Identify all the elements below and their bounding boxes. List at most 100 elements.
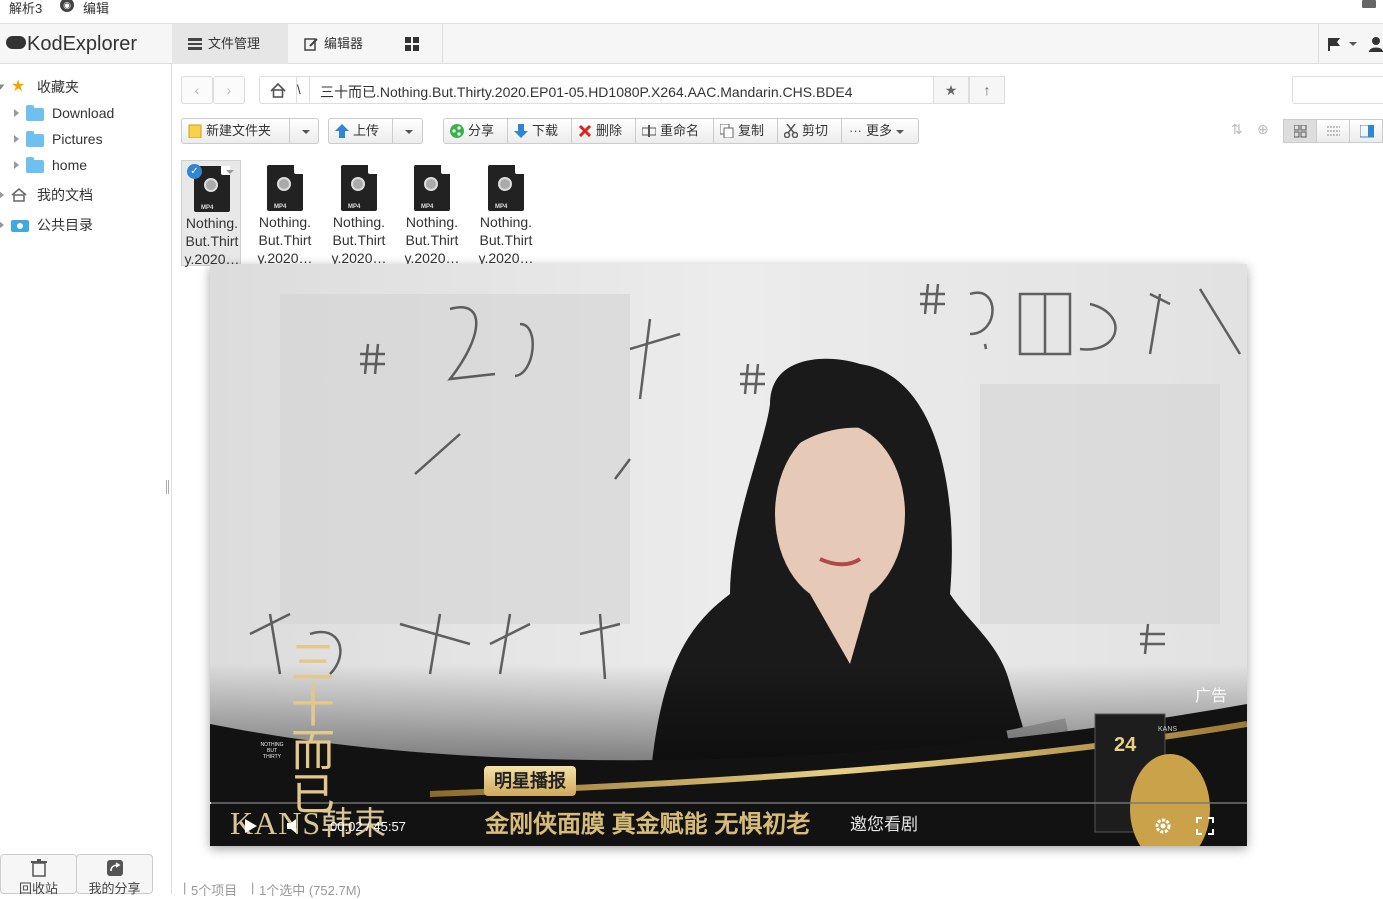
edit-icon [304, 38, 318, 51]
share-button[interactable]: 分享 [444, 119, 508, 143]
file-item[interactable]: MP4 Nothing. But.Thirt y.2020… [255, 160, 315, 266]
copy-button[interactable]: 复制 [714, 119, 778, 143]
chevron-down-icon [405, 129, 413, 134]
file-item[interactable]: ✓ MP4 Nothing. But.Thirt y.2020… [181, 160, 241, 267]
checkbox-checked-icon[interactable]: ✓ [187, 164, 202, 179]
share-icon [106, 860, 123, 876]
file-item[interactable]: MP4 Nothing. But.Thirt y.2020… [476, 160, 536, 266]
split-view-icon [1359, 124, 1375, 138]
header-right-menu[interactable] [1318, 24, 1383, 64]
logo-text: KodExplorer [27, 33, 138, 55]
delete-icon [578, 124, 592, 138]
tab-apps[interactable] [392, 24, 443, 64]
file-name-line: But.Thirt [332, 232, 386, 248]
public-folder-icon [11, 220, 29, 232]
breadcrumb-current[interactable]: 三十而已.Nothing.But.Thirty.2020.EP01-05.HD1… [320, 82, 853, 102]
sidebar-item-favorites[interactable]: ★ 收藏夹 [0, 74, 172, 100]
chevron-down-icon[interactable] [226, 170, 234, 174]
video-player[interactable]: 三十而已 NOTHING BUT THIRTY 广告 24 KANS KANS韩… [210, 264, 1247, 846]
favorite-button[interactable]: ★ [933, 76, 969, 104]
new-folder-dropdown[interactable] [294, 119, 318, 143]
chevron-right-icon [0, 191, 4, 199]
arrow-up-icon: ↑ [983, 82, 991, 98]
app-header: KodExplorer 文件管理 编辑器 [0, 24, 1383, 64]
share-icon [450, 124, 464, 138]
show-logo-subtitle: NOTHING BUT THIRTY [260, 742, 284, 760]
parent-folder-button[interactable]: ↑ [969, 76, 1005, 104]
more-label: 更多 [866, 123, 893, 138]
fullscreen-icon[interactable] [1196, 817, 1214, 835]
search-input[interactable] [1292, 76, 1383, 104]
sidebar-item-label: home [52, 157, 88, 173]
download-button[interactable]: 下载 [508, 119, 572, 143]
rename-button[interactable]: 重命名 [636, 119, 714, 143]
sidebar-item-public[interactable]: 公共目录 [0, 212, 172, 238]
tab-file-manager-label: 文件管理 [208, 36, 261, 51]
sidebar-item-download[interactable]: Download [0, 100, 172, 126]
ellipsis-icon: ··· [849, 123, 862, 138]
mp4-file-icon: MP4 [488, 165, 524, 211]
sidebar-item-label: Download [52, 105, 115, 121]
chevron-down-icon [895, 129, 904, 134]
new-folder-label: 新建文件夹 [206, 123, 272, 138]
list-icon [1327, 126, 1340, 136]
star-icon: ★ [944, 82, 958, 98]
recycle-bin-button[interactable]: 回收站 [0, 854, 77, 896]
volume-icon[interactable] [286, 818, 304, 834]
sidebar-item-pictures[interactable]: Pictures [0, 126, 172, 152]
recycle-bin-label: 回收站 [18, 881, 58, 896]
upload-dropdown[interactable] [397, 119, 421, 143]
time-display: 00:02 / 45:57 [330, 819, 406, 834]
top-item-2[interactable]: 编辑 [83, 0, 109, 17]
ad-cta[interactable]: 邀您看剧 [850, 810, 918, 835]
resize-handle[interactable] [166, 480, 169, 494]
settings-gear-icon[interactable] [1154, 817, 1172, 835]
sidebar-item-label: Pictures [52, 131, 103, 147]
new-folder-button[interactable]: 新建文件夹 [182, 119, 290, 143]
trash-icon [30, 859, 47, 877]
sidebar-item-my-docs[interactable]: 我的文档 [0, 182, 172, 208]
address-bar[interactable]: \ 三十而已.Nothing.But.Thirty.2020.EP01-05.H… [259, 76, 934, 104]
video-frame [210, 264, 1247, 846]
breadcrumb-partial[interactable]: \ [297, 82, 301, 97]
more-button[interactable]: ··· 更多 [842, 119, 918, 143]
tab-editor[interactable]: 编辑器 [288, 24, 388, 64]
home-icon [11, 188, 27, 202]
chevron-right-icon [14, 109, 19, 117]
mp4-file-icon: MP4 [341, 165, 377, 211]
delete-button[interactable]: 删除 [572, 119, 636, 143]
play-icon[interactable] [244, 818, 258, 834]
top-strip: 解析3 ◉ 编辑 [0, 0, 1383, 24]
forward-button[interactable]: › [213, 76, 245, 104]
app-logo[interactable]: KodExplorer [6, 33, 137, 56]
user-icon [1369, 37, 1383, 52]
view-icon-button[interactable] [1283, 119, 1317, 143]
chevron-right-icon [14, 161, 19, 169]
file-name-line: But.Thirt [479, 232, 533, 248]
chevron-right-icon [14, 135, 19, 143]
cut-button[interactable]: 剪切 [778, 119, 842, 143]
my-share-button[interactable]: 我的分享 [76, 854, 153, 896]
tab-file-manager[interactable]: 文件管理 [172, 24, 288, 64]
file-name-line: Nothing. [405, 214, 459, 230]
sort-icon[interactable]: ⇅ [1231, 121, 1243, 138]
file-item[interactable]: MP4 Nothing. But.Thirt y.2020… [402, 160, 462, 266]
share-label: 分享 [468, 123, 495, 138]
upload-icon [335, 124, 349, 138]
download-icon [514, 124, 528, 138]
back-button[interactable]: ‹ [181, 76, 213, 104]
sidebar-favorites-label: 收藏夹 [37, 79, 79, 95]
view-list-button[interactable] [1316, 119, 1350, 143]
sidebar-item-home[interactable]: home [0, 152, 172, 178]
top-item-1[interactable]: 解析3 [9, 0, 42, 17]
new-folder-group: 新建文件夹 [181, 118, 319, 144]
file-name-line: Nothing. [185, 215, 239, 231]
file-item[interactable]: MP4 Nothing. But.Thirt y.2020… [329, 160, 389, 266]
upload-button[interactable]: 上传 [329, 119, 393, 143]
folder-icon [26, 105, 44, 121]
scissors-icon [784, 124, 798, 138]
file-name-line: But.Thirt [258, 232, 312, 248]
zoom-icon[interactable]: ⊕ [1257, 121, 1269, 138]
file-name-line: Nothing. [332, 214, 386, 230]
view-split-button[interactable] [1349, 119, 1383, 143]
